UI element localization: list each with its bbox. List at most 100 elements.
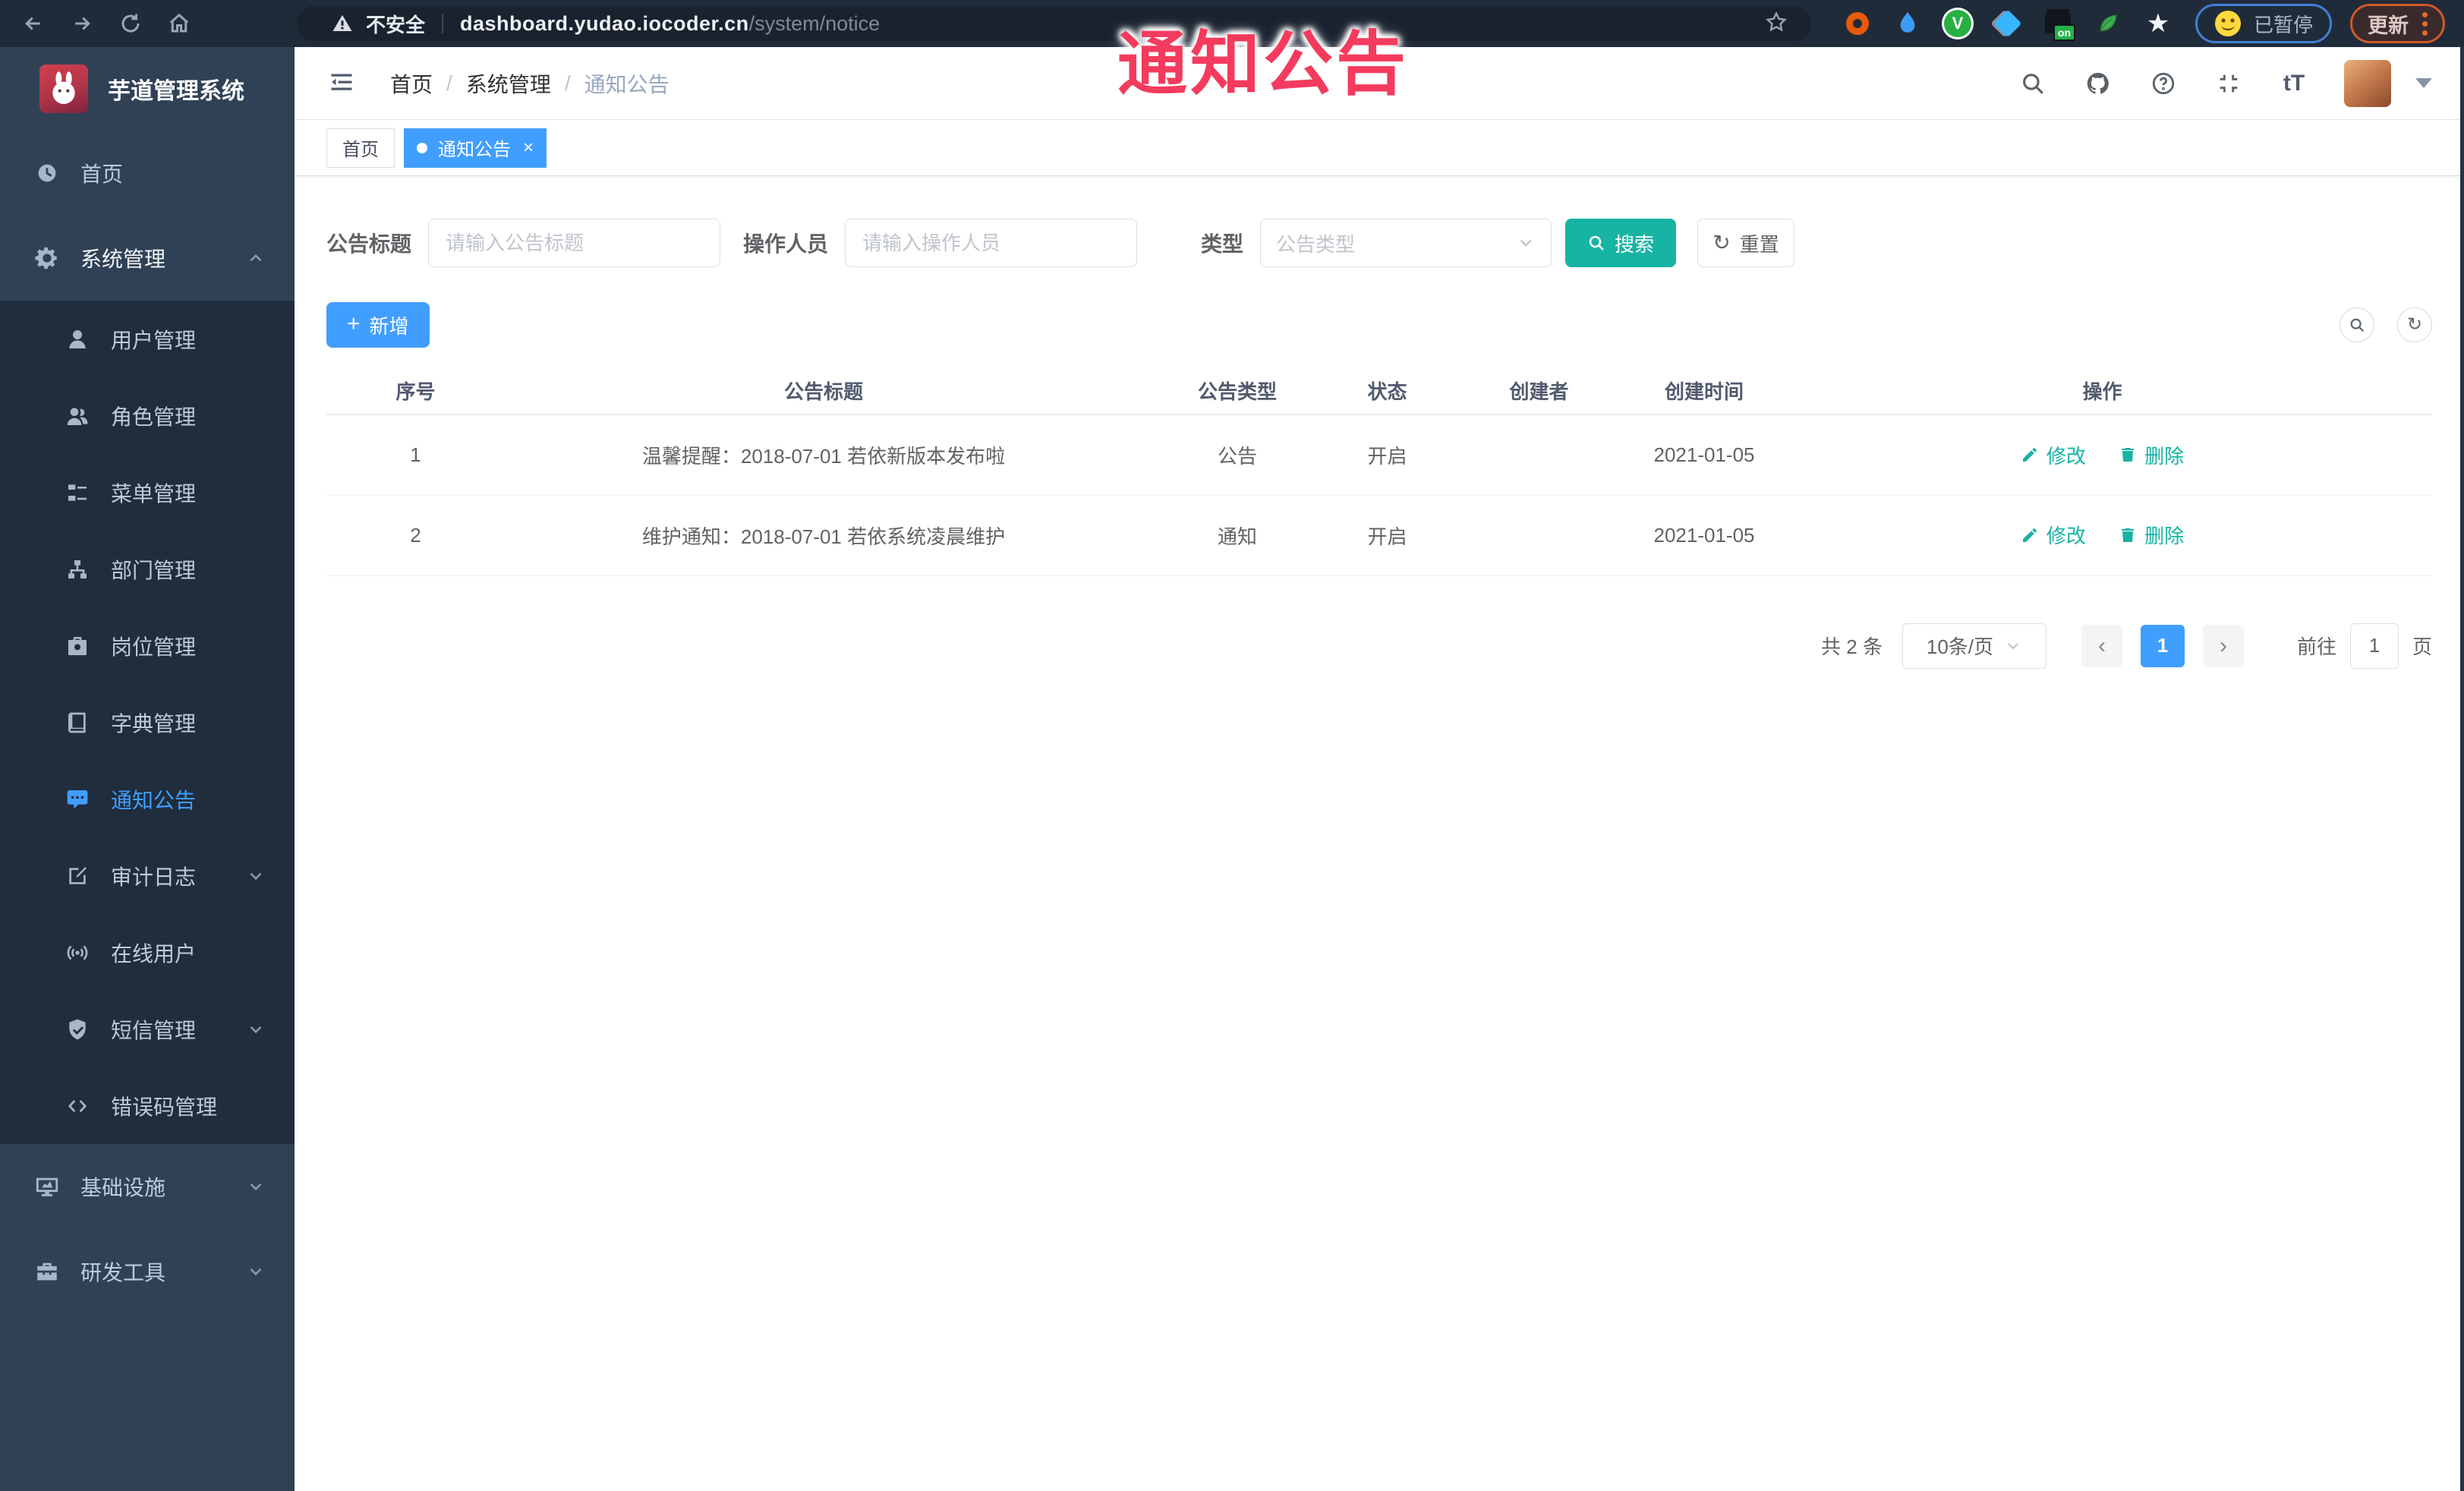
chevron-down-icon — [246, 866, 266, 886]
extension-v-label: V — [1952, 14, 1964, 33]
broadcast-icon — [62, 938, 93, 968]
monitor-chart-icon — [32, 1171, 62, 1202]
sidebar-item-system[interactable]: 系统管理 — [0, 216, 295, 301]
reload-icon[interactable] — [116, 9, 145, 38]
extension-leaf-icon[interactable] — [2094, 9, 2122, 38]
sidebar-item-role-management[interactable]: 角色管理 — [0, 377, 295, 454]
system-submenu: 用户管理 角色管理 菜单管理 部门管理 岗位管理 字典管理 通知公告 审计日志 … — [0, 301, 295, 1144]
sidebar-item-error-code[interactable]: 错误码管理 — [0, 1067, 295, 1144]
tab-notice[interactable]: 通知公告 × — [404, 128, 547, 168]
col-creator: 创建者 — [1442, 367, 1636, 415]
sidebar-item-home[interactable]: 首页 — [0, 131, 295, 216]
home-icon[interactable] — [165, 9, 194, 38]
code-icon — [62, 1091, 93, 1121]
extension-drop-icon[interactable] — [1893, 9, 1922, 38]
fullscreen-icon[interactable] — [2214, 68, 2244, 99]
close-icon[interactable]: × — [523, 138, 534, 157]
github-icon[interactable] — [2083, 68, 2113, 99]
browser-toolbar: 不安全 dashboard.yudao.iocoder.cn/system/no… — [0, 0, 2464, 47]
breadcrumb-home[interactable]: 首页 — [390, 68, 433, 99]
reset-button[interactable]: ↻ 重置 — [1697, 219, 1795, 267]
table-row: 1 温馨提醒：2018-07-01 若依新版本发布啦 公告 开启 2021-01… — [326, 415, 2432, 496]
sidebar-item-infrastructure[interactable]: 基础设施 — [0, 1144, 295, 1229]
sidebar-item-label: 基础设施 — [80, 1176, 166, 1199]
chevron-up-icon — [246, 248, 266, 268]
search-icon[interactable] — [2018, 68, 2048, 99]
edit-button[interactable]: 修改 — [2021, 441, 2086, 469]
sidebar-item-audit-log[interactable]: 审计日志 — [0, 837, 295, 914]
tab-home[interactable]: 首页 — [326, 128, 395, 168]
sidebar-item-label: 错误码管理 — [111, 1095, 218, 1119]
help-icon[interactable] — [2148, 68, 2179, 99]
cell-type: 通知 — [1142, 495, 1332, 576]
operator-filter-input[interactable] — [845, 219, 1138, 267]
toolbox-icon — [32, 1256, 62, 1287]
sidebar-item-user-management[interactable]: 用户管理 — [0, 301, 295, 377]
refresh-icon: ↻ — [1713, 231, 1731, 254]
pencil-icon — [2022, 528, 2037, 542]
back-icon[interactable] — [19, 9, 48, 38]
cell-actions: 修改 删除 — [1772, 495, 2432, 576]
search-button[interactable]: 搜索 — [1565, 219, 1677, 267]
breadcrumb-system[interactable]: 系统管理 — [466, 68, 551, 99]
sidebar-item-dept-management[interactable]: 部门管理 — [0, 531, 295, 607]
bookmark-star-icon[interactable] — [1764, 10, 1788, 38]
tree-table-icon — [62, 478, 93, 508]
sidebar-item-notice[interactable]: 通知公告 — [0, 761, 295, 837]
refresh-table-icon[interactable]: ↻ — [2397, 307, 2432, 342]
collapse-sidebar-icon[interactable] — [326, 68, 360, 99]
sidebar-item-label: 短信管理 — [111, 1018, 197, 1042]
goto-page-input[interactable] — [2349, 623, 2399, 669]
profile-paused-pill[interactable]: 已暂停 — [2195, 4, 2333, 43]
sidebar-item-menu-management[interactable]: 菜单管理 — [0, 454, 295, 531]
extension-proxy-icon[interactable]: on — [2043, 9, 2075, 41]
app-title: 芋道管理系统 — [108, 79, 244, 104]
forward-icon[interactable] — [68, 9, 96, 38]
type-select[interactable]: 公告类型 — [1260, 219, 1552, 267]
sidebar-item-label: 通知公告 — [111, 788, 197, 812]
page-size-select[interactable]: 10条/页 — [1902, 623, 2047, 669]
current-page-button[interactable]: 1 — [2140, 624, 2185, 667]
extension-green-icon[interactable]: V — [1943, 9, 1972, 38]
sidebar-item-dict-management[interactable]: 字典管理 — [0, 684, 295, 761]
col-actions: 操作 — [1772, 367, 2432, 415]
col-type: 公告类型 — [1142, 367, 1332, 415]
sidebar-item-dev-tools[interactable]: 研发工具 — [0, 1229, 295, 1314]
sidebar-item-label: 角色管理 — [111, 405, 197, 429]
search-icon — [1589, 235, 1604, 251]
avatar[interactable] — [2344, 59, 2391, 107]
title-filter-input[interactable] — [428, 219, 721, 267]
paused-label: 已暂停 — [2254, 13, 2314, 36]
delete-button[interactable]: 删除 — [2119, 521, 2184, 549]
browser-update-button[interactable]: 更新 — [2350, 4, 2446, 43]
cell-type: 公告 — [1142, 415, 1332, 496]
add-button[interactable]: + 新增 — [326, 302, 430, 348]
next-page-button[interactable]: › — [2202, 624, 2244, 667]
goto-page-group: 前往 页 — [2297, 623, 2432, 669]
page-content: 公告标题 操作人员 类型 公告类型 搜索 ↻ 重置 — [295, 219, 2464, 669]
col-status: 状态 — [1332, 367, 1442, 415]
shield-check-icon — [62, 1014, 93, 1045]
add-button-label: 新增 — [369, 314, 409, 338]
extension-star-icon[interactable]: ★ — [2144, 9, 2173, 38]
caret-down-icon[interactable] — [2415, 78, 2432, 88]
app-logo-row[interactable]: 芋道管理系统 — [0, 47, 295, 131]
edit-button[interactable]: 修改 — [2021, 521, 2086, 549]
extension-gem-icon[interactable] — [1993, 9, 2022, 38]
prev-page-button[interactable]: ‹ — [2081, 624, 2122, 667]
extension-ring-icon[interactable] — [1843, 9, 1872, 38]
address-bar[interactable]: 不安全 dashboard.yudao.iocoder.cn/system/no… — [297, 6, 1811, 41]
type-select-placeholder: 公告类型 — [1276, 232, 1356, 256]
browser-menu-icon[interactable] — [2422, 11, 2428, 36]
sidebar-item-online-users[interactable]: 在线用户 — [0, 914, 295, 991]
insecure-warning-icon — [332, 14, 352, 31]
sidebar-item-post-management[interactable]: 岗位管理 — [0, 607, 295, 684]
notice-table: 序号 公告标题 公告类型 状态 创建者 创建时间 操作 1 温馨提醒：2018-… — [326, 367, 2432, 576]
cell-title: 温馨提醒：2018-07-01 若依新版本发布啦 — [505, 415, 1142, 496]
toggle-search-icon[interactable] — [2340, 307, 2374, 342]
sidebar-item-sms-management[interactable]: 短信管理 — [0, 991, 295, 1067]
font-size-icon[interactable]: tT — [2279, 68, 2309, 99]
delete-label: 删除 — [2144, 525, 2185, 548]
delete-button[interactable]: 删除 — [2119, 441, 2184, 469]
window-right-edge — [2460, 47, 2464, 1491]
